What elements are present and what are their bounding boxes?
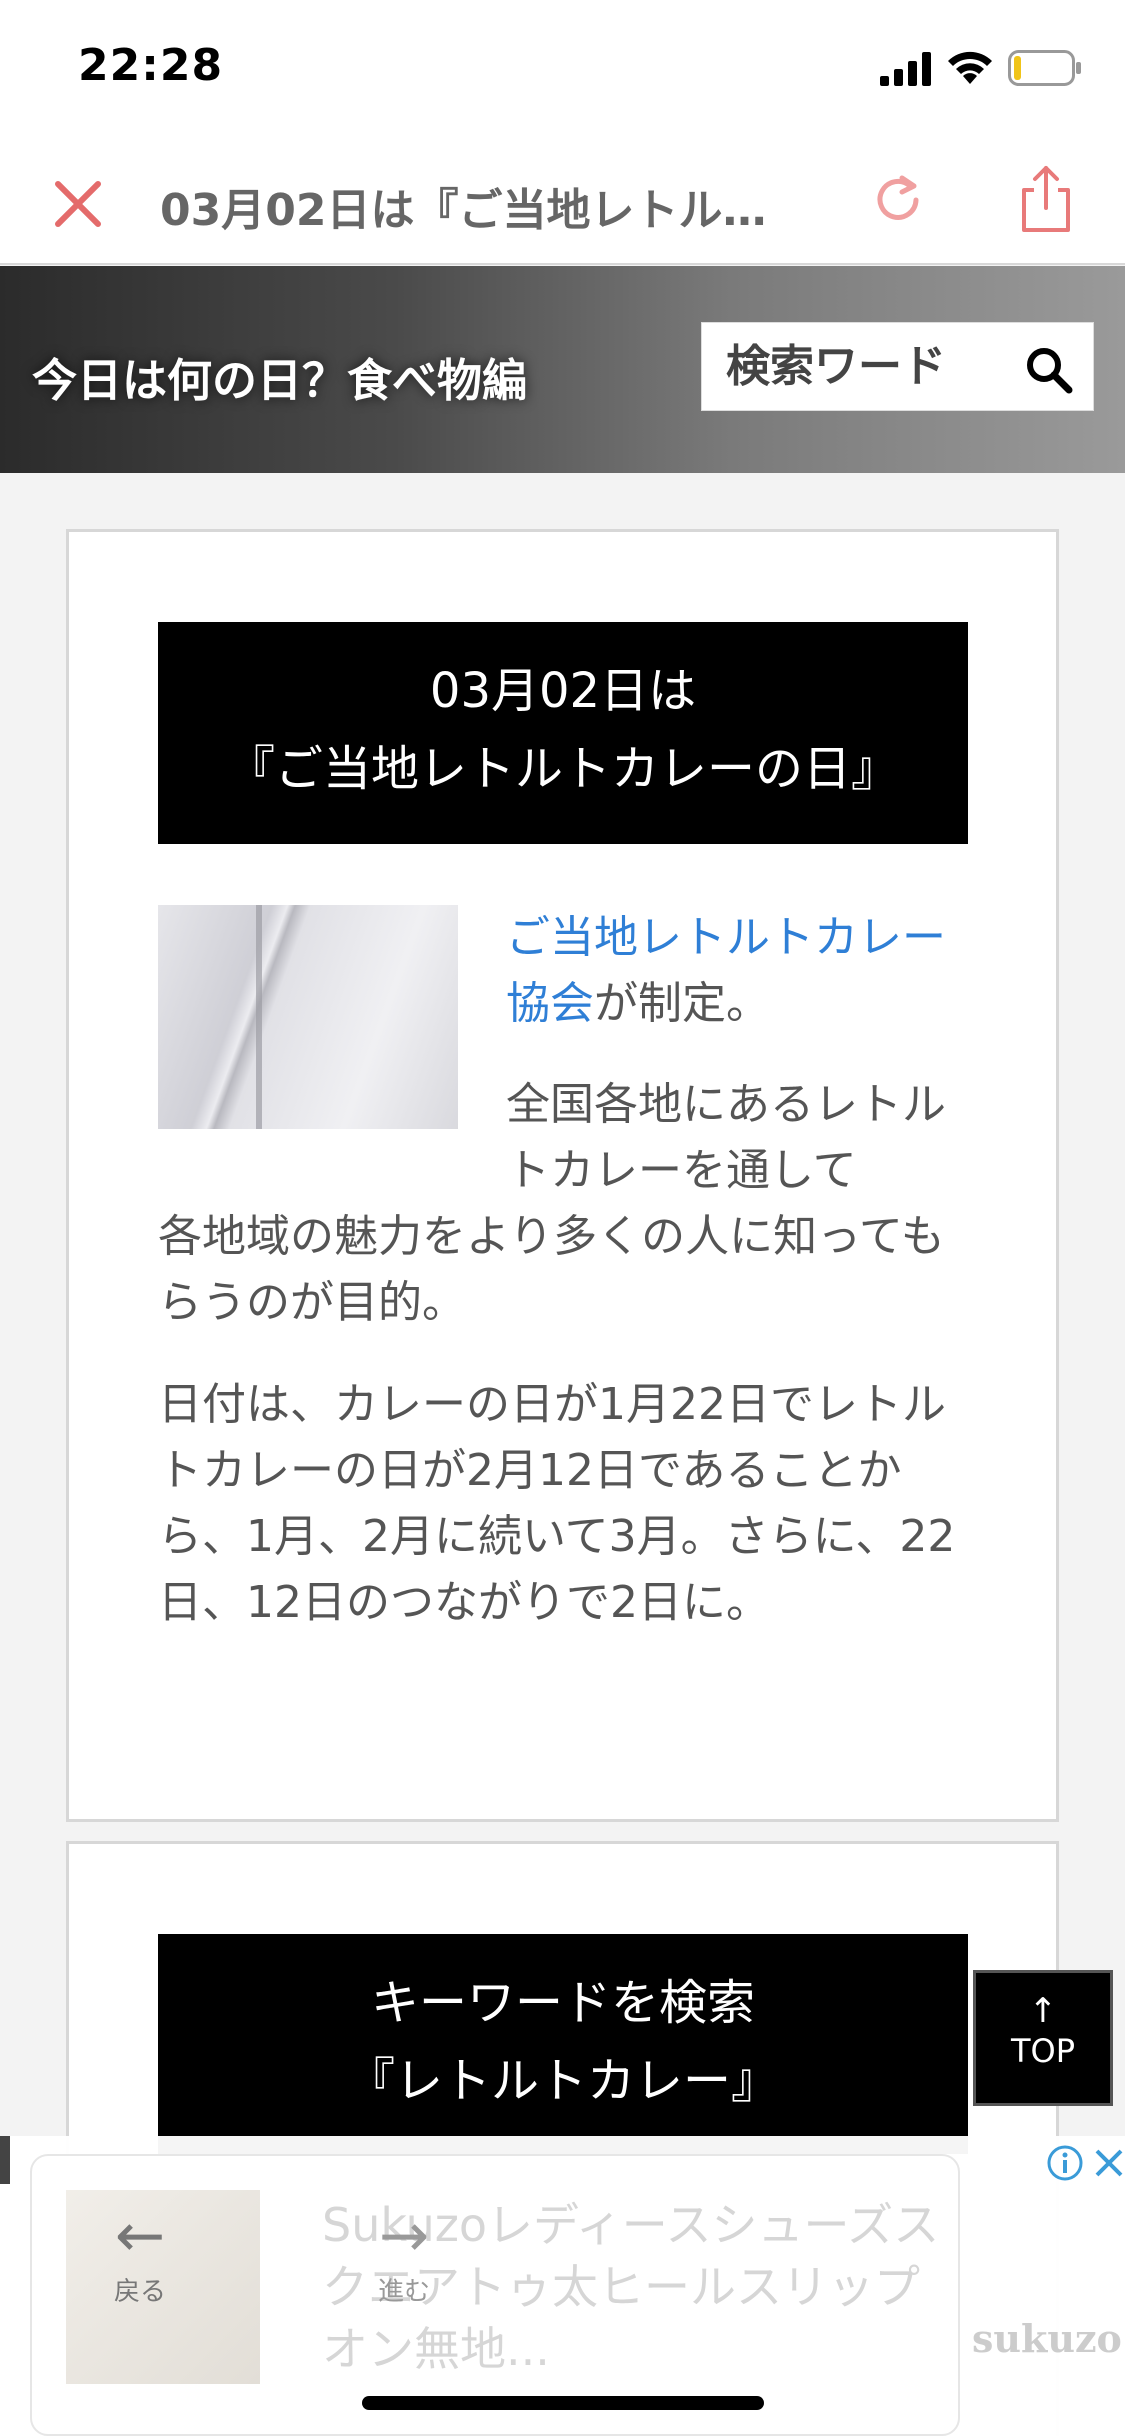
search-input[interactable]	[726, 341, 1016, 392]
back-arrow-icon: ←	[114, 2201, 166, 2271]
status-time: 22:28	[78, 40, 224, 91]
site-title[interactable]: 今日は何の日？食べ物編	[32, 344, 527, 409]
keyword-heading-line1: キーワードを検索	[370, 1975, 755, 2031]
forward-arrow-icon: →	[378, 2201, 430, 2271]
close-icon[interactable]	[52, 178, 104, 230]
back-label: 戻る	[113, 2277, 166, 2307]
reload-icon[interactable]	[868, 170, 928, 230]
article-heading-line2: 『ご当地レトルトカレーの日』	[226, 741, 899, 797]
browser-toolbar: 03月02日は『ご当地レトル…	[0, 140, 1125, 265]
back-button[interactable]: ← 戻る	[100, 2206, 180, 2312]
site-header: 今日は何の日？食べ物編	[0, 266, 1125, 473]
article-heading: 03月02日は 『ご当地レトルトカレーの日』	[158, 622, 968, 844]
article-paragraph-3: 日付は、カレーの日が1月22日でレトルトカレーの日が2月12日であることから、1…	[158, 1379, 956, 1628]
home-indicator[interactable]	[362, 2396, 764, 2410]
article-photo	[158, 905, 458, 1129]
ad-strip	[0, 2136, 10, 2184]
article-paragraph-1: ご当地レトルトカレー協会が制定。	[506, 905, 976, 1037]
up-arrow-icon: ↑	[1028, 1991, 1058, 2031]
article-paragraph-2b: 各地域の魅力をより多くの人に知ってもらうのが目的。	[158, 1211, 945, 1328]
link-suffix: が制定。	[594, 978, 770, 1029]
search-icon[interactable]	[1024, 345, 1074, 395]
scroll-top-button[interactable]: ↑ TOP	[973, 1970, 1113, 2106]
share-icon[interactable]	[1016, 164, 1076, 234]
forward-label: 進む	[377, 2277, 430, 2307]
article-paragraph-2a: 全国各地にあるレトルトカレーを通して	[506, 1079, 946, 1196]
battery-icon	[1008, 50, 1081, 86]
keyword-heading-line2: 『レトルトカレー』	[346, 2053, 779, 2109]
status-bar: 22:28	[0, 0, 1125, 140]
scroll-top-label: TOP	[1010, 2032, 1076, 2070]
article-card: 03月02日は 『ご当地レトルトカレーの日』 ご当地レトルトカレー協会が制定。 …	[66, 529, 1059, 1822]
photo-seam	[256, 905, 262, 1129]
ad-close-icon[interactable]	[1092, 2144, 1125, 2182]
search-box	[701, 322, 1094, 411]
article-heading-line1: 03月02日は	[429, 663, 697, 719]
keyword-heading: キーワードを検索 『レトルトカレー』	[158, 1934, 968, 2154]
signal-icon	[880, 52, 931, 86]
browser-page-title: 03月02日は『ご当地レトル…	[160, 185, 767, 236]
ad-info-icon[interactable]	[1046, 2144, 1084, 2182]
ad-brand: sukuzo	[972, 2316, 1122, 2361]
forward-button[interactable]: → 進む	[364, 2206, 444, 2312]
wifi-icon	[948, 51, 992, 84]
